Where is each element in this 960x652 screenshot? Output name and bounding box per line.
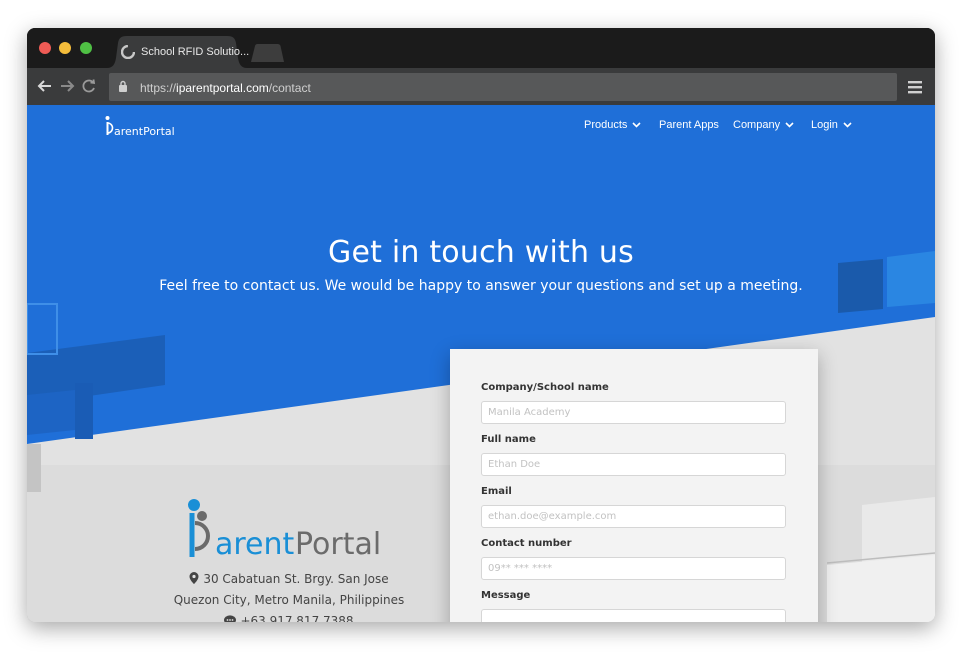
url-host: iparentportal.com [176, 81, 269, 95]
new-tab-button[interactable] [249, 44, 285, 62]
nav-login[interactable]: Login [811, 119, 852, 131]
browser-window: School RFID Solutio... https://iparentpo… [27, 28, 935, 622]
tab-title: School RFID Solutio... [141, 46, 250, 58]
back-arrow-icon[interactable] [37, 78, 53, 94]
message-textarea[interactable] [481, 609, 786, 622]
nav-company[interactable]: Company [733, 119, 794, 131]
logo-dot-gray [197, 511, 207, 521]
contact-number-input[interactable] [481, 557, 786, 580]
nav-products[interactable]: Products [584, 119, 641, 131]
site-logo[interactable]: arentPortal [104, 115, 174, 141]
chat-bubble-icon [224, 615, 237, 622]
reload-icon[interactable] [81, 78, 97, 94]
page-title: Get in touch with us [328, 235, 634, 270]
nav-products-label: Products [584, 119, 628, 131]
brand-text-first: arent [215, 527, 295, 562]
chevron-down-icon [785, 122, 794, 128]
logo-text: arentPortal [114, 125, 174, 138]
nav-parent-apps[interactable]: Parent Apps [659, 119, 719, 131]
tab-bar: School RFID Solutio... [27, 28, 935, 68]
contact-form: Company/School name Full name Email Cont… [450, 349, 818, 622]
chevron-down-icon [843, 122, 852, 128]
nav-parent-apps-label: Parent Apps [659, 119, 719, 131]
favicon-icon [121, 45, 135, 59]
phone-text: +63 917 817 7388 [240, 614, 354, 622]
message-label: Message [481, 590, 531, 601]
map-pin-icon [189, 572, 199, 584]
maximize-window-icon[interactable] [80, 42, 92, 54]
address-line-2: Quezon City, Metro Manila, Philippines [173, 593, 405, 607]
nav-company-label: Company [733, 119, 781, 131]
brand-text-second: Portal [295, 527, 381, 562]
chevron-down-icon [632, 122, 641, 128]
address-line-1-text: 30 Cabatuan St. Brgy. San Jose [203, 572, 389, 586]
company-label: Company/School name [481, 382, 609, 393]
email-label: Email [481, 486, 512, 497]
contact-number-label: Contact number [481, 538, 572, 549]
brand-logo: arent Portal [188, 499, 381, 562]
browser-menu-icon[interactable] [907, 79, 923, 95]
logo-dot [188, 499, 200, 511]
url-path: /contact [268, 81, 311, 95]
full-name-input[interactable] [481, 453, 786, 476]
email-input[interactable] [481, 505, 786, 528]
url-prefix: https:// [140, 81, 177, 95]
nav-login-label: Login [811, 119, 838, 131]
company-input[interactable] [481, 401, 786, 424]
forward-arrow-icon[interactable] [59, 78, 75, 94]
page-subtitle: Feel free to contact us. We would be hap… [159, 278, 803, 294]
full-name-label: Full name [481, 434, 536, 445]
address-line-1: 30 Cabatuan St. Brgy. San Jose [137, 572, 441, 586]
url-text[interactable]: https://iparentportal.com/contact [140, 81, 311, 95]
lock-icon [119, 80, 127, 92]
logo-bowl [194, 521, 210, 551]
minimize-window-icon[interactable] [59, 42, 71, 54]
phone-line[interactable]: +63 917 817 7388 [137, 614, 441, 622]
web-page: arentPortal Products Parent Apps Company… [27, 105, 935, 622]
close-window-icon[interactable] [39, 42, 51, 54]
